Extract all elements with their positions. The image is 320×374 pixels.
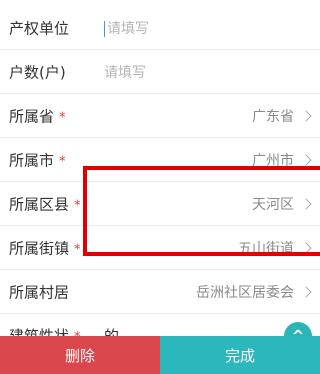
bottom-action-bar: 删除 完成 <box>0 336 320 374</box>
street-row[interactable]: 所属街镇 * 五山街道 <box>0 226 320 270</box>
household-count-row[interactable]: 户数(户) 请填写 <box>0 50 320 94</box>
chevron-right-icon <box>300 241 312 254</box>
chevron-right-icon <box>300 197 312 210</box>
required-mark: * <box>74 242 81 257</box>
chevron-right-icon <box>300 109 312 122</box>
city-row[interactable]: 所属市 * 广州市 <box>0 138 320 182</box>
district-value: 天河区 <box>252 196 294 213</box>
required-mark: * <box>74 198 81 213</box>
province-value: 广东省 <box>252 108 294 125</box>
district-row[interactable]: 所属区县 * 天河区 <box>0 182 320 226</box>
village-label: 所属村居 <box>9 283 70 301</box>
property-unit-row[interactable]: 产权单位 请填写 <box>0 6 320 50</box>
chevron-right-icon <box>300 153 312 166</box>
village-row[interactable]: 所属村居 岳洲社区居委会 <box>0 270 320 314</box>
district-label-text: 所属区县 <box>9 195 70 213</box>
street-value: 五山街道 <box>238 240 294 257</box>
province-label-text: 所属省 <box>9 107 55 125</box>
done-button[interactable]: 完成 <box>160 336 320 374</box>
city-value: 广州市 <box>252 152 294 169</box>
property-unit-label: 产权单位 <box>9 19 70 37</box>
property-unit-placeholder: 请填写 <box>107 20 149 37</box>
delete-button[interactable]: 删除 <box>0 336 160 374</box>
household-count-input[interactable]: 请填写 <box>104 62 146 82</box>
text-cursor <box>104 20 105 37</box>
street-label-text: 所属街镇 <box>9 239 70 257</box>
street-label: 所属街镇 * <box>9 237 81 258</box>
village-value: 岳洲社区居委会 <box>196 284 294 301</box>
province-row[interactable]: 所属省 * 广东省 <box>0 94 320 138</box>
required-mark: * <box>59 110 66 125</box>
chevron-right-icon <box>300 285 312 298</box>
household-count-label: 户数(户) <box>9 63 66 81</box>
required-mark: * <box>59 154 66 169</box>
district-label: 所属区县 * <box>9 193 81 214</box>
city-label-text: 所属市 <box>9 151 55 169</box>
city-label: 所属市 * <box>9 149 66 170</box>
province-label: 所属省 * <box>9 105 66 126</box>
property-unit-input[interactable]: 请填写 <box>104 18 149 38</box>
